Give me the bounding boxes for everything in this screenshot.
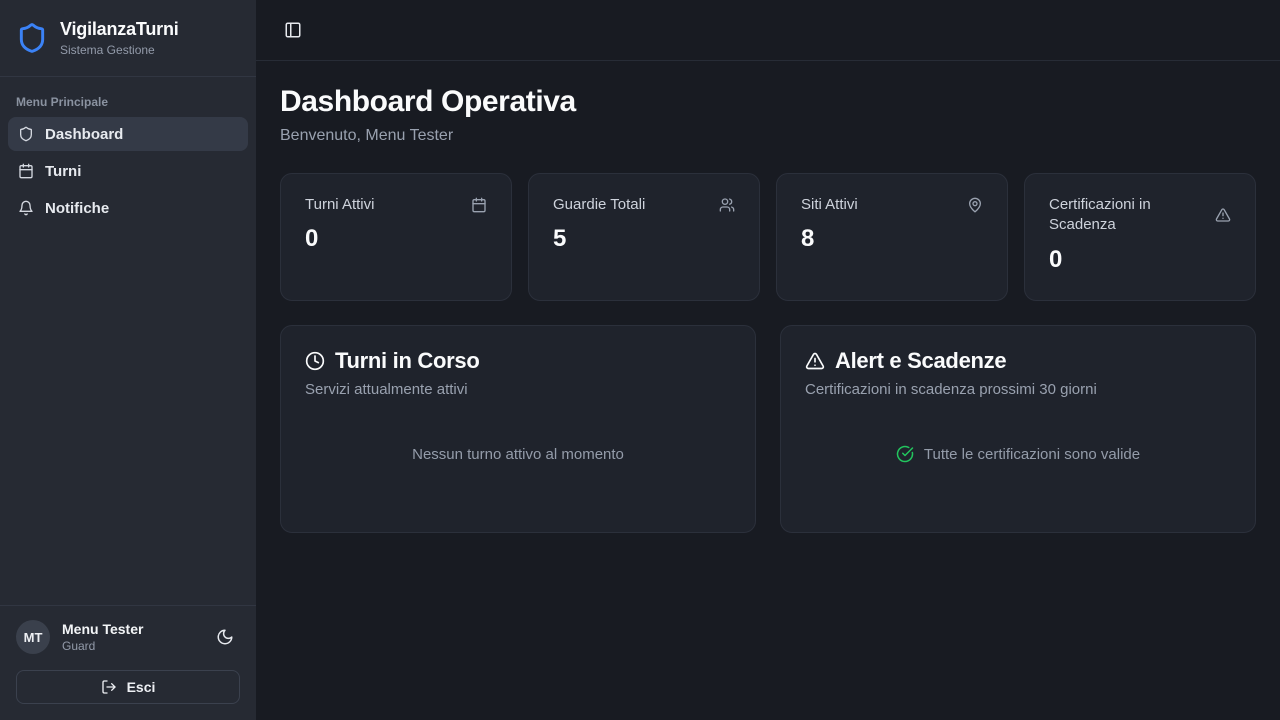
stat-label: Siti Attivi (801, 195, 858, 215)
panel-title: Turni in Corso (335, 348, 480, 374)
sidebar-header: VigilanzaTurni Sistema Gestione (0, 0, 256, 77)
alert-triangle-icon (1215, 207, 1231, 223)
main-area: Dashboard Operativa Benvenuto, Menu Test… (256, 0, 1280, 720)
stat-card-certificazioni: Certificazioni in Scadenza 0 (1024, 173, 1256, 301)
panel-turni-in-corso: Turni in Corso Servizi attualmente attiv… (280, 325, 756, 533)
stats-grid: Turni Attivi 0 Guardie Totali 5 (280, 173, 1256, 301)
clock-icon (305, 351, 325, 371)
panel-left-icon (284, 21, 302, 39)
moon-icon (216, 628, 234, 646)
stat-value: 5 (553, 225, 735, 253)
sidebar-spacer (0, 225, 256, 605)
panel-title: Alert e Scadenze (835, 348, 1006, 374)
sidebar-item-notifiche[interactable]: Notifiche (8, 191, 248, 225)
sidebar: VigilanzaTurni Sistema Gestione Menu Pri… (0, 0, 256, 720)
stat-value: 8 (801, 225, 983, 253)
stat-card-guardie-totali: Guardie Totali 5 (528, 173, 760, 301)
user-role: Guard (62, 639, 198, 653)
check-circle-icon (896, 445, 914, 463)
empty-state-message: Nessun turno attivo al momento (412, 446, 624, 463)
app-tagline: Sistema Gestione (60, 43, 179, 57)
dashboard-content: Dashboard Operativa Benvenuto, Menu Test… (256, 61, 1280, 557)
stat-value: 0 (305, 225, 487, 253)
stat-value: 0 (1049, 246, 1231, 274)
user-info: Menu Tester Guard (62, 621, 198, 653)
theme-toggle-button[interactable] (210, 622, 240, 652)
stat-label: Turni Attivi (305, 195, 374, 215)
app-logo-shield-icon (16, 22, 48, 54)
sidebar-toggle-button[interactable] (278, 15, 308, 45)
nav-item-label: Turni (45, 163, 81, 180)
stat-label: Certificazioni in Scadenza (1049, 195, 1205, 236)
topbar (256, 0, 1280, 61)
calendar-icon (471, 197, 487, 213)
sidebar-nav: Dashboard Turni Notifiche (0, 117, 256, 225)
logout-label: Esci (127, 679, 156, 695)
log-out-icon (101, 679, 117, 695)
shield-icon (18, 126, 34, 142)
stat-card-turni-attivi: Turni Attivi 0 (280, 173, 512, 301)
nav-section-label: Menu Principale (0, 77, 256, 117)
calendar-icon (18, 163, 34, 179)
map-pin-icon (967, 197, 983, 213)
alert-triangle-icon (805, 351, 825, 371)
nav-item-label: Notifiche (45, 200, 109, 217)
sidebar-footer: MT Menu Tester Guard Esci (0, 605, 256, 720)
app-title-block: VigilanzaTurni Sistema Gestione (60, 19, 179, 57)
panel-subtitle: Servizi attualmente attivi (305, 381, 731, 398)
user-row: MT Menu Tester Guard (16, 620, 240, 654)
user-name: Menu Tester (62, 621, 198, 637)
panel-subtitle: Certificazioni in scadenza prossimi 30 g… (805, 381, 1231, 398)
stat-label: Guardie Totali (553, 195, 645, 215)
sidebar-item-dashboard[interactable]: Dashboard (8, 117, 248, 151)
page-title: Dashboard Operativa (280, 85, 1256, 119)
nav-item-label: Dashboard (45, 126, 123, 143)
panels-grid: Turni in Corso Servizi attualmente attiv… (280, 325, 1256, 533)
app-title: VigilanzaTurni (60, 19, 179, 40)
stat-card-siti-attivi: Siti Attivi 8 (776, 173, 1008, 301)
empty-state-text: Tutte le certificazioni sono valide (924, 446, 1140, 463)
users-icon (719, 197, 735, 213)
avatar: MT (16, 620, 50, 654)
logout-button[interactable]: Esci (16, 670, 240, 704)
panel-alert-scadenze: Alert e Scadenze Certificazioni in scade… (780, 325, 1256, 533)
empty-state-message: Tutte le certificazioni sono valide (896, 445, 1140, 463)
sidebar-item-turni[interactable]: Turni (8, 154, 248, 188)
page-subtitle: Benvenuto, Menu Tester (280, 127, 1256, 145)
bell-icon (18, 200, 34, 216)
